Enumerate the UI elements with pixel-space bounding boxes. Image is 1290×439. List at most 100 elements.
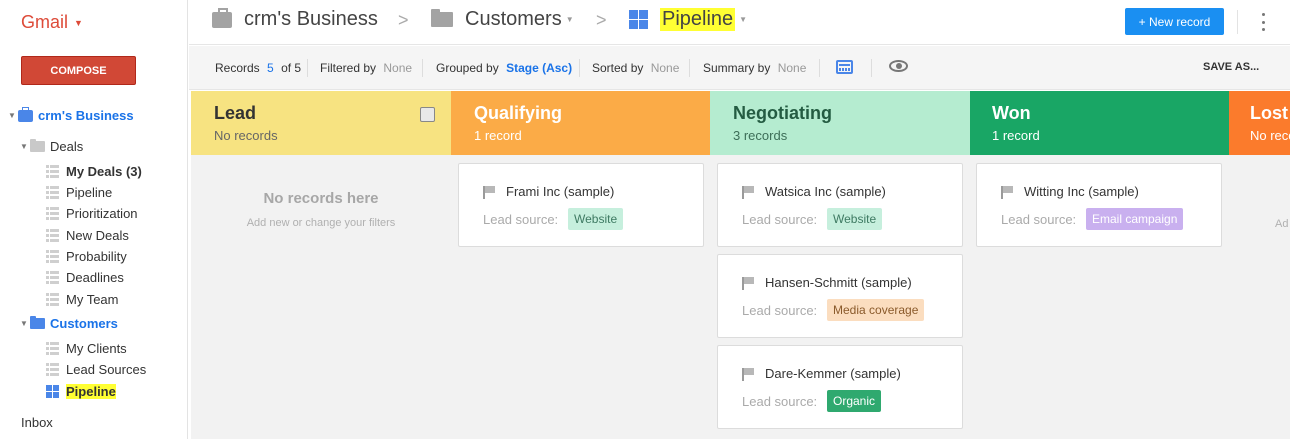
expand-triangle-icon[interactable]: ▼: [6, 111, 18, 120]
sidebar-item-label: New Deals: [66, 228, 129, 243]
more-options-icon[interactable]: [1258, 13, 1268, 31]
chevron-down-icon[interactable]: ▼: [566, 15, 574, 24]
list-view-icon: [46, 271, 59, 284]
sidebar-item-new-deals[interactable]: New Deals: [46, 228, 129, 243]
sidebar-item-lead-sources[interactable]: Lead Sources: [46, 362, 146, 377]
sidebar: Gmail ▼ COMPOSE ▼ crm's Business ▼ Deals…: [0, 0, 188, 439]
workspace-item[interactable]: ▼ crm's Business: [6, 106, 134, 123]
record-card[interactable]: Dare-Kemmer (sample) Lead source: Organi…: [717, 345, 963, 429]
record-card[interactable]: Hansen-Schmitt (sample) Lead source: Med…: [717, 254, 963, 338]
breadcrumb-label: Customers: [465, 8, 562, 30]
list-view-icon: [46, 363, 59, 376]
records-label: Records: [215, 61, 260, 75]
flag-icon[interactable]: [1001, 186, 1013, 199]
stage-name: Negotiating: [733, 103, 832, 123]
group-label: Grouped by: [436, 61, 499, 75]
sidebar-item-my-clients[interactable]: My Clients: [46, 341, 127, 356]
divider: [871, 59, 872, 77]
flag-icon[interactable]: [742, 186, 754, 199]
sidebar-item-pipeline[interactable]: Pipeline: [46, 185, 112, 200]
records-count: Records 5 of 5: [215, 61, 301, 75]
divider: [819, 59, 820, 77]
sidebar-item-my-team[interactable]: My Team: [46, 292, 119, 307]
breadcrumb-separator: >: [596, 10, 607, 30]
folder-deals[interactable]: ▼ Deals: [18, 139, 83, 154]
record-card[interactable]: Watsica Inc (sample) Lead source: Websit…: [717, 163, 963, 247]
flag-icon[interactable]: [742, 277, 754, 290]
card-layout-icon[interactable]: [836, 60, 853, 74]
sidebar-item-label: My Team: [66, 292, 119, 307]
record-card[interactable]: Witting Inc (sample) Lead source: Email …: [976, 163, 1222, 247]
records-shown: 5: [267, 61, 274, 75]
new-record-button[interactable]: + New record: [1125, 8, 1224, 35]
kanban-icon: [629, 10, 648, 29]
folder-customers-label: Customers: [50, 316, 118, 331]
folder-icon: [431, 9, 453, 27]
stage-name: Qualifying: [474, 103, 563, 123]
sidebar-item-label: My Clients: [66, 341, 127, 356]
stage-count: 1 record: [992, 128, 1040, 143]
view-toolbar: Records 5 of 5 Filtered by None Grouped …: [189, 46, 1290, 90]
sidebar-item-label: Prioritization: [66, 206, 138, 221]
stage-name: Lead: [214, 103, 257, 123]
card-title: Witting Inc (sample): [1024, 184, 1139, 199]
breadcrumb-label: crm's Business: [244, 8, 378, 30]
lead-source-label: Lead source:: [1001, 212, 1077, 227]
empty-state-title: No records here: [263, 190, 379, 207]
sidebar-item-label: Pipeline: [66, 185, 113, 200]
breadcrumb-customers[interactable]: Customers ▼: [431, 8, 574, 31]
list-view-icon: [46, 186, 59, 199]
flag-icon[interactable]: [742, 368, 754, 381]
divider: [422, 59, 423, 77]
gmail-menu[interactable]: Gmail ▼: [21, 12, 83, 33]
flag-icon[interactable]: [483, 186, 495, 199]
folder-icon: [30, 139, 45, 152]
eye-icon[interactable]: [889, 60, 908, 72]
compose-button[interactable]: COMPOSE: [21, 56, 136, 85]
select-checkbox[interactable]: [420, 107, 435, 122]
save-as-button[interactable]: SAVE AS...: [1203, 61, 1259, 73]
breadcrumb-workspace[interactable]: crm's Business: [212, 7, 378, 31]
stage-count: No records: [214, 128, 278, 143]
expand-triangle-icon[interactable]: ▼: [18, 319, 30, 328]
record-card[interactable]: Frami Inc (sample) Lead source: Website: [458, 163, 704, 247]
filter-value: None: [383, 61, 413, 75]
sidebar-item-inbox[interactable]: Inbox: [21, 415, 53, 430]
sidebar-item-customers-pipeline[interactable]: Pipeline: [46, 384, 116, 399]
expand-triangle-icon[interactable]: ▼: [18, 142, 30, 151]
lead-source-badge: Organic: [827, 390, 882, 412]
chevron-down-icon[interactable]: ▼: [739, 15, 747, 24]
divider: [579, 59, 580, 77]
filter-control[interactable]: Filtered by None: [320, 61, 412, 75]
empty-state-subtitle: Ad: [1275, 218, 1289, 230]
stage-count: 1 record: [474, 128, 522, 143]
list-view-icon: [46, 250, 59, 263]
breadcrumb-pipeline[interactable]: Pipeline ▼: [629, 8, 747, 31]
caret-down-icon: ▼: [74, 17, 83, 28]
folder-customers[interactable]: ▼ Customers: [18, 316, 118, 331]
sidebar-item-deadlines[interactable]: Deadlines: [46, 270, 124, 285]
sidebar-item-label: Lead Sources: [66, 362, 147, 377]
records-total: of 5: [281, 61, 302, 75]
lead-source-badge: Email campaign: [1086, 208, 1184, 230]
sidebar-item-probability[interactable]: Probability: [46, 249, 127, 264]
lead-source-label: Lead source:: [742, 212, 818, 227]
empty-state-subtitle: Add new or change your filters: [246, 217, 396, 229]
lead-source-badge: Media coverage: [827, 299, 925, 321]
sort-control[interactable]: Sorted by None: [592, 61, 679, 75]
card-title: Hansen-Schmitt (sample): [765, 275, 912, 290]
stage-header-qualifying: Qualifying 1 record: [451, 91, 710, 155]
folder-icon: [30, 316, 45, 329]
sidebar-item-label: Probability: [66, 249, 127, 264]
summary-label: Summary by: [703, 61, 771, 75]
lead-source-badge: Website: [568, 208, 624, 230]
divider: [689, 59, 690, 77]
sidebar-item-my-deals[interactable]: My Deals (3): [46, 164, 142, 179]
sidebar-item-prioritization[interactable]: Prioritization: [46, 206, 138, 221]
stage-header-lost: Lost No records: [1229, 91, 1290, 155]
summary-control[interactable]: Summary by None: [703, 61, 806, 75]
group-value: Stage (Asc): [506, 61, 573, 75]
lead-source-badge: Website: [827, 208, 883, 230]
page-title: Pipeline: [660, 8, 736, 31]
group-control[interactable]: Grouped by Stage (Asc): [436, 61, 572, 75]
